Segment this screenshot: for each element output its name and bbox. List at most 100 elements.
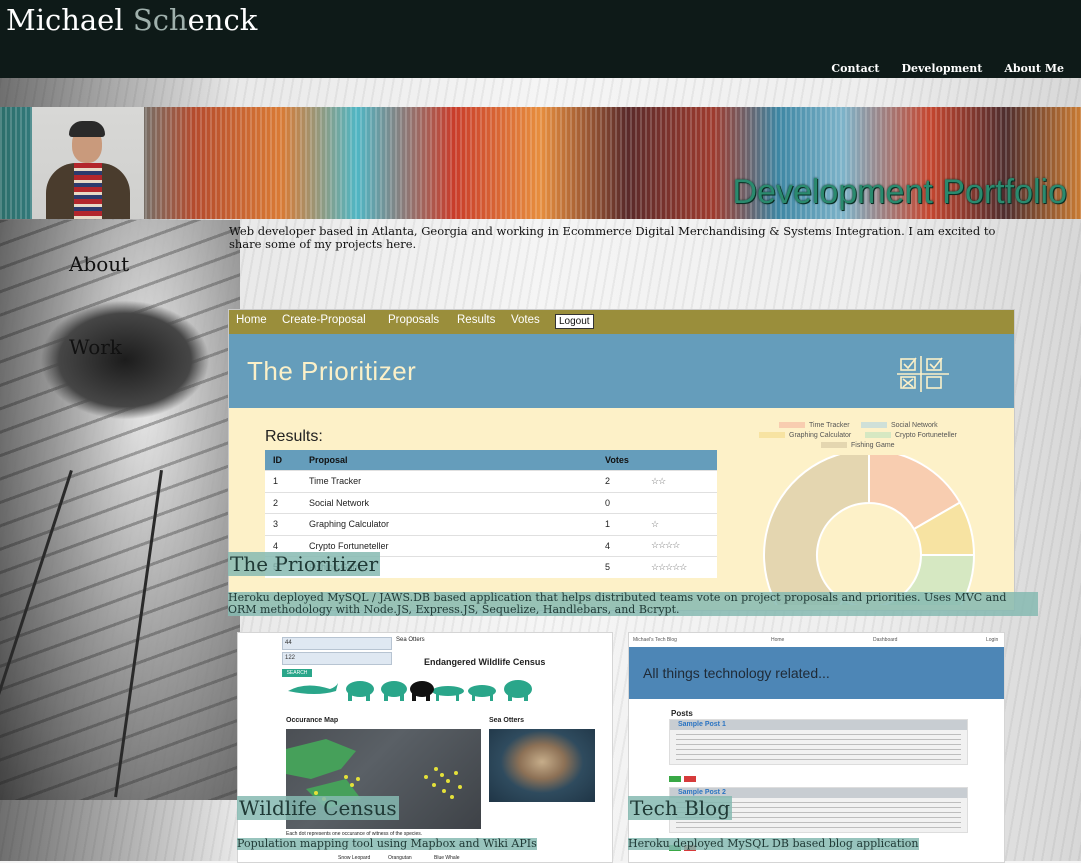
photo-cap [69, 121, 105, 137]
legend-item: Fishing Game [821, 442, 895, 449]
legend-swatch [821, 442, 847, 449]
techblog-screenshot[interactable]: Michael's Tech Blog Home Dashboard Login… [628, 632, 1005, 863]
table-cell-stars: ☆☆☆☆☆ [643, 556, 717, 578]
col-proposal: Proposal [301, 450, 597, 471]
legend-swatch [759, 432, 785, 439]
prio-hero-title: The Prioritizer [247, 356, 417, 386]
legend-item: Graphing Calculator [759, 432, 851, 439]
table-cell: 1 [265, 470, 301, 492]
ballot-icon [897, 356, 949, 392]
wild-search-button: SEARCH [282, 669, 312, 677]
wild-input-label: Sea Otters [396, 637, 425, 643]
sea-otter-photo [489, 729, 595, 802]
nav-contact[interactable]: Contact [831, 62, 879, 75]
legend-swatch [865, 432, 891, 439]
wild-bottom-label: Orangutan [388, 855, 412, 861]
project-title-techblog[interactable]: Tech Blog [628, 796, 732, 820]
donut-slice [763, 455, 870, 605]
blog-nav-home: Home [771, 637, 785, 643]
project-title-wildlife[interactable]: Wildlife Census [237, 796, 399, 820]
edit-tag [669, 776, 681, 782]
prio-hero: The Prioritizer [229, 334, 1014, 408]
wild-bottom-label: Blue Whale [434, 855, 460, 861]
wild-otter-label: Sea Otters [489, 717, 525, 724]
table-cell: Graphing Calculator [301, 513, 597, 535]
prio-nav-votes: Votes [511, 314, 540, 326]
wildlife-screenshot[interactable]: 44 Sea Otters 122 SEARCH Endangered Wild… [237, 632, 613, 863]
blog-post: Sample Post 1 [669, 719, 968, 765]
legend-item: Crypto Fortuneteller [865, 432, 957, 439]
blog-nav-dashboard: Dashboard [873, 637, 898, 643]
table-header-row: ID Proposal Votes [265, 450, 717, 471]
table-cell: Social Network [301, 491, 597, 514]
prio-logout: Logout [555, 314, 594, 329]
brand-first: Michael [6, 3, 133, 37]
site-brand[interactable]: Michael Schenck [6, 2, 257, 38]
nav-about-me[interactable]: About Me [1004, 62, 1064, 75]
legend-item: Time Tracker [779, 422, 850, 429]
table-cell-stars [643, 491, 717, 514]
table-cell: 2 [597, 470, 643, 492]
blog-posts-heading: Posts [671, 709, 693, 718]
top-bar: Michael Schenck Contact Development Abou… [0, 0, 1081, 78]
brand-rest: enck [187, 3, 258, 37]
profile-photo [32, 107, 144, 219]
sidebar-work-link[interactable]: Work [69, 335, 122, 359]
photo-scarf [74, 163, 102, 219]
main-nav: Contact Development About Me [831, 62, 1064, 75]
legend-swatch [861, 422, 887, 429]
wild-input-1: 44 [282, 637, 392, 650]
banner-title: Development Portfolio [732, 173, 1067, 211]
legend-label: Crypto Fortuneteller [895, 432, 957, 439]
table-cell-stars: ☆☆ [643, 470, 717, 492]
project-desc-wildlife: Population mapping tool using Mapbox and… [237, 837, 537, 850]
wild-title: Endangered Wildlife Census [424, 657, 546, 667]
legend-swatch [779, 422, 805, 429]
legend-label: Graphing Calculator [789, 432, 852, 439]
blog-navbar: Michael's Tech Blog Home Dashboard Login [629, 633, 1004, 647]
wild-bottom-label: Snow Leopard [338, 855, 371, 861]
prio-nav-proposals: Proposals [388, 314, 440, 326]
legend-label: Fishing Game [851, 442, 895, 449]
table-row: 2 Social Network 0 [265, 491, 717, 514]
table-cell-stars: ☆ [643, 513, 717, 535]
table-cell: 3 [265, 513, 301, 535]
table-row: 1 Time Tracker 2 ☆☆ [265, 470, 717, 492]
project-desc-techblog: Heroku deployed MySQL DB based blog appl… [628, 837, 919, 850]
prio-nav-results: Results [457, 314, 496, 326]
prio-donut-chart [763, 455, 976, 605]
project-title-prioritizer[interactable]: The Prioritizer [228, 552, 381, 576]
legend-label: Social Network [891, 422, 938, 429]
sidebar-about-link[interactable]: About [69, 252, 129, 276]
table-cell: 5 [597, 556, 643, 578]
legend-item: Social Network [861, 422, 938, 429]
blog-post-body [676, 734, 961, 760]
col-votes: Votes [597, 450, 643, 471]
prio-navbar: Home Create-Proposal Proposals Results V… [229, 310, 1014, 334]
nav-development[interactable]: Development [901, 62, 982, 75]
prio-results-heading: Results: [265, 428, 323, 445]
blog-hero-title: All things technology related... [643, 665, 830, 681]
table-cell-stars: ☆☆☆☆ [643, 534, 717, 557]
prio-nav-create: Create-Proposal [282, 314, 366, 326]
animal-silhouettes-icon [288, 680, 532, 701]
table-cell: 2 [265, 491, 301, 514]
background-tunnel-mouth [40, 300, 210, 420]
table-cell: 1 [597, 513, 643, 535]
table-cell: Time Tracker [301, 470, 597, 492]
wild-input-2: 122 [282, 652, 392, 665]
delete-tag [684, 776, 696, 782]
wild-map-label: Occurance Map [286, 717, 339, 724]
project-desc-prioritizer: Heroku deployed MySQL / JAWS.DB based ap… [228, 592, 1038, 616]
col-stars [643, 450, 717, 471]
table-row: 3 Graphing Calculator 1 ☆ [265, 513, 717, 535]
blog-nav-login: Login [986, 637, 999, 643]
blog-nav-brand: Michael's Tech Blog [633, 637, 677, 643]
blog-post-title: Sample Post 1 [670, 720, 967, 730]
legend-label: Time Tracker [809, 422, 850, 429]
prio-nav-home: Home [236, 314, 267, 326]
table-cell: 0 [597, 491, 643, 514]
table-cell: 4 [597, 534, 643, 557]
brand-accent: Sch [132, 3, 188, 37]
blog-hero: All things technology related... [629, 647, 1004, 699]
